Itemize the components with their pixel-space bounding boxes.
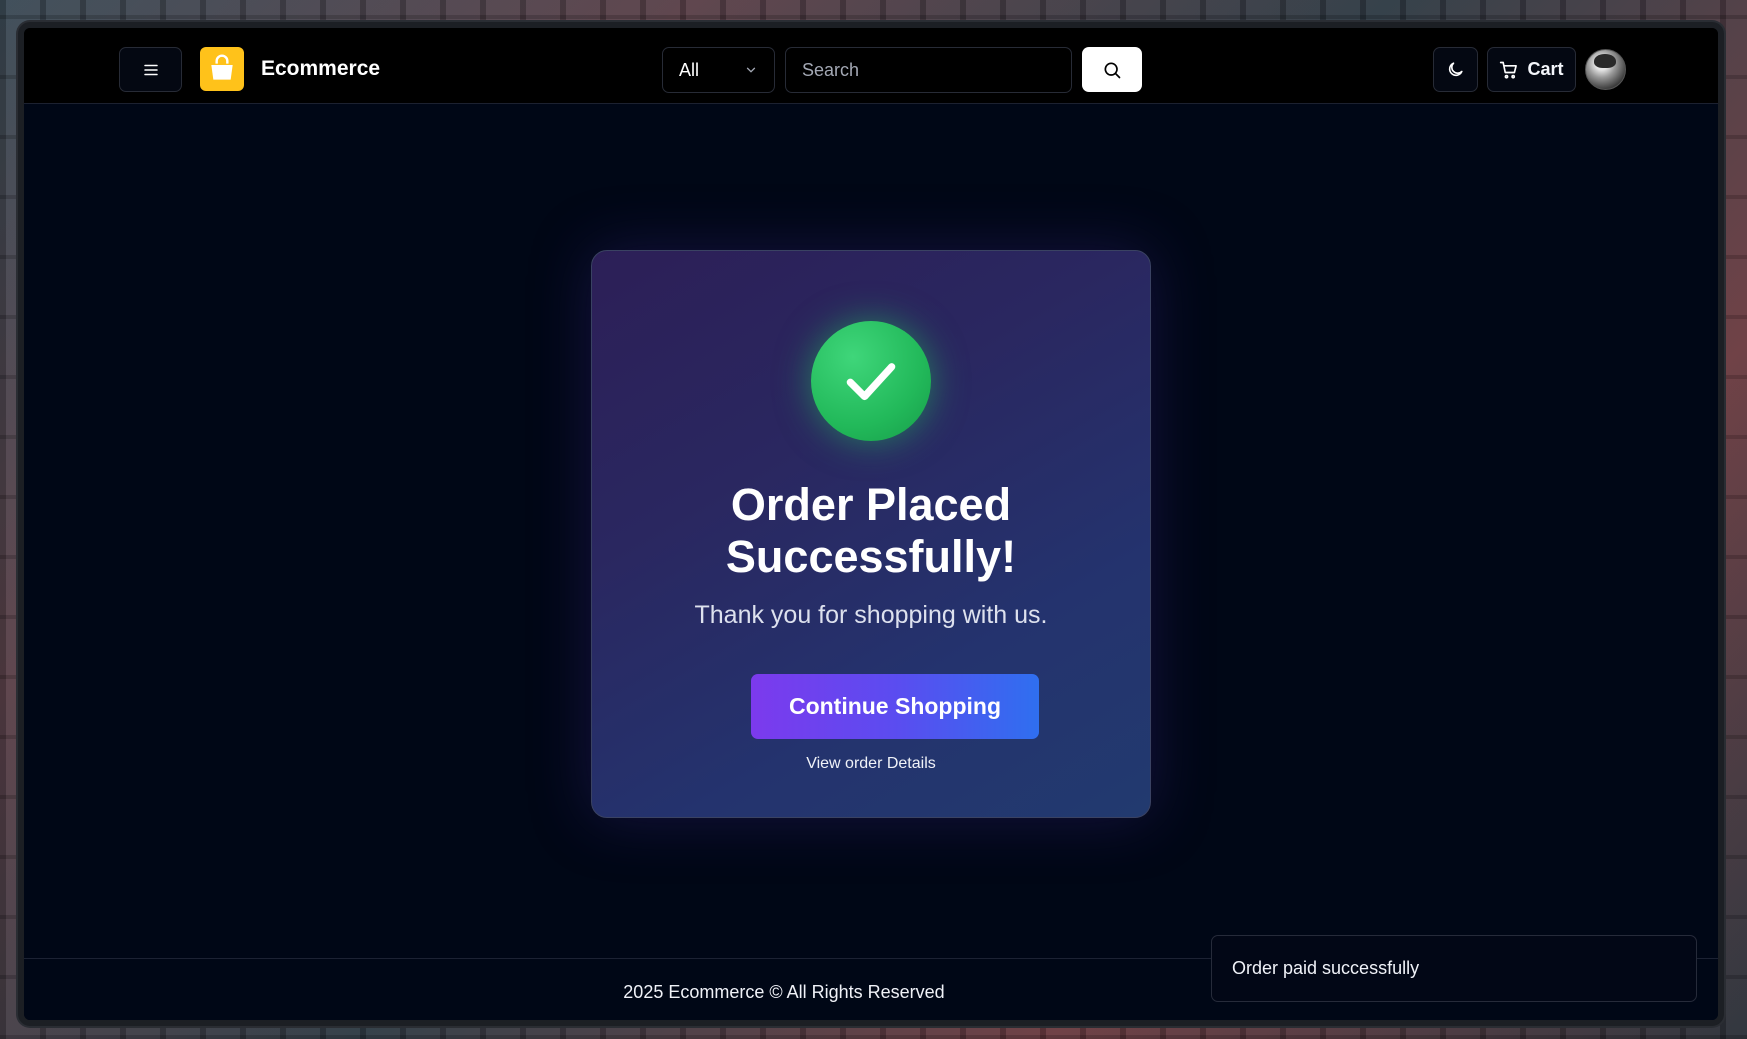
check-icon: [846, 363, 896, 401]
cart-button[interactable]: Cart: [1487, 47, 1576, 92]
category-select[interactable]: All: [662, 47, 775, 93]
cart-icon: [1500, 61, 1518, 79]
success-badge: [811, 321, 931, 441]
brand-name[interactable]: Ecommerce: [261, 57, 380, 81]
toast-notification[interactable]: Order paid successfully: [1211, 935, 1697, 1002]
theme-toggle-button[interactable]: [1433, 47, 1478, 92]
category-select-value: All: [679, 59, 700, 80]
page-title: Order Placed Successfully!: [725, 479, 1017, 582]
moon-icon: [1448, 62, 1463, 77]
continue-shopping-button[interactable]: Continue Shopping: [751, 674, 1039, 739]
menu-button[interactable]: [119, 47, 182, 92]
page-subtitle: Thank you for shopping with us.: [694, 601, 1048, 629]
cart-label: Cart: [1527, 59, 1564, 79]
view-order-details-link[interactable]: View order Details: [592, 755, 1150, 773]
order-success-card: Order Placed Successfully! Thank you for…: [591, 250, 1151, 818]
view-order-details-label[interactable]: View order Details: [806, 755, 936, 772]
avatar[interactable]: [1585, 49, 1626, 90]
shopping-bag-icon: [211, 54, 233, 80]
search-input[interactable]: [785, 47, 1072, 93]
browser-window: Ecommerce All Cart: [18, 22, 1724, 1026]
search-icon: [1104, 62, 1121, 78]
toast-message: Order paid successfully: [1232, 958, 1420, 978]
navbar: Ecommerce All Cart: [24, 28, 1718, 104]
menu-icon: [143, 64, 158, 75]
chevron-down-icon: [746, 67, 756, 73]
brand-logo[interactable]: [200, 47, 244, 91]
search-button[interactable]: [1082, 47, 1142, 92]
